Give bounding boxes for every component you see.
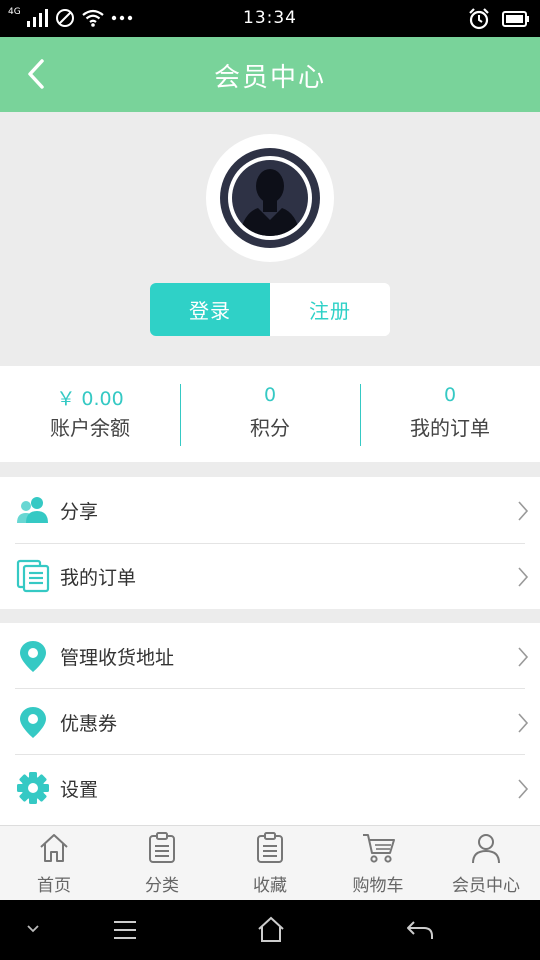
tab-cart[interactable]: 购物车 — [324, 826, 432, 901]
auth-toggle: 登录 注册 — [150, 283, 390, 336]
clipboard-icon — [257, 832, 283, 863]
chevron-right-icon — [518, 647, 529, 667]
avatar[interactable] — [206, 134, 334, 262]
chevron-down-icon[interactable] — [26, 924, 40, 934]
stat-points[interactable]: 0 积分 — [180, 366, 360, 462]
orders-icon — [16, 559, 50, 593]
status-right — [468, 8, 530, 30]
tab-label: 分类 — [145, 876, 179, 896]
stat-value: 0 — [263, 384, 277, 406]
back-icon[interactable] — [406, 919, 434, 941]
battery-icon — [502, 11, 529, 27]
tab-label: 首页 — [37, 876, 71, 896]
stat-label: 我的订单 — [410, 416, 490, 440]
bottom-tab-bar: 首页 分类 收藏 购物车 会员中心 — [0, 825, 540, 900]
menu-item-label: 我的订单 — [60, 566, 137, 589]
chevron-right-icon — [518, 779, 529, 799]
home-icon[interactable] — [257, 916, 285, 944]
chevron-right-icon — [518, 501, 529, 521]
cart-icon — [363, 834, 395, 863]
account-stats: ￥ 0.00 账户余额 0 积分 0 我的订单 — [0, 366, 540, 462]
location-pin-icon — [20, 641, 46, 672]
app-header: 会员中心 — [0, 37, 540, 112]
profile-section: 登录 注册 — [0, 112, 540, 366]
menu-item-addresses[interactable]: 管理收货地址 — [0, 623, 540, 689]
tab-home[interactable]: 首页 — [0, 826, 108, 901]
tab-label: 购物车 — [352, 876, 404, 896]
tab-member-center[interactable]: 会员中心 — [432, 826, 540, 901]
stat-label: 积分 — [250, 416, 290, 440]
person-icon — [472, 834, 500, 864]
stat-value: 0 — [443, 384, 457, 406]
default-avatar-icon — [220, 148, 320, 248]
gear-icon — [17, 772, 49, 804]
tab-favorites[interactable]: 收藏 — [216, 826, 324, 901]
clock: 13:34 — [243, 8, 297, 28]
login-button[interactable]: 登录 — [150, 283, 270, 336]
stat-orders[interactable]: 0 我的订单 — [360, 366, 540, 462]
chevron-right-icon — [518, 713, 529, 733]
menu-item-label: 管理收货地址 — [60, 646, 175, 669]
alarm-icon — [469, 8, 489, 30]
system-nav-bar — [0, 900, 540, 960]
register-button[interactable]: 注册 — [270, 283, 390, 336]
menu-group-2: 管理收货地址 优惠券 设置 — [0, 623, 540, 825]
menu-item-label: 设置 — [60, 778, 99, 801]
tab-category[interactable]: 分类 — [108, 826, 216, 901]
menu-item-share[interactable]: 分享 — [0, 477, 540, 543]
menu-item-label: 分享 — [60, 500, 99, 523]
page-title: 会员中心 — [213, 63, 326, 93]
menu-item-coupons[interactable]: 优惠券 — [0, 689, 540, 755]
tab-label: 会员中心 — [452, 876, 520, 896]
users-icon — [17, 497, 48, 523]
tab-label: 收藏 — [253, 876, 287, 896]
menu-group-1: 分享 我的订单 — [0, 477, 540, 609]
stat-balance[interactable]: ￥ 0.00 账户余额 — [0, 366, 180, 462]
status-bar: 4G 13:34 — [0, 0, 540, 37]
location-pin-icon — [20, 707, 46, 738]
menu-icon[interactable] — [112, 919, 138, 941]
menu-item-settings[interactable]: 设置 — [0, 755, 540, 821]
stat-value: ￥ 0.00 — [56, 388, 124, 410]
menu-item-my-orders[interactable]: 我的订单 — [0, 543, 540, 609]
chevron-right-icon — [518, 567, 529, 587]
home-icon — [40, 834, 68, 862]
clipboard-icon — [149, 832, 175, 863]
menu-item-label: 优惠券 — [60, 712, 118, 735]
stat-label: 账户余额 — [50, 416, 130, 440]
